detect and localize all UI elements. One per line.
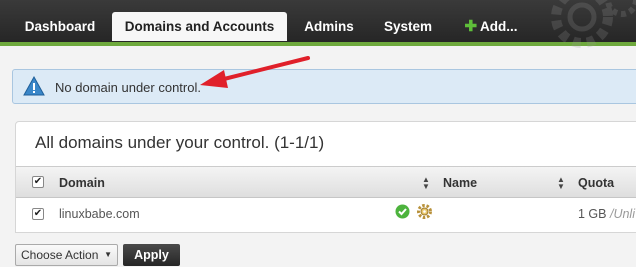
tab-admins[interactable]: Admins xyxy=(293,12,365,41)
tab-add[interactable]: ✚ Add... xyxy=(455,12,527,41)
choose-action-select[interactable]: Choose Action ▼ xyxy=(15,244,118,266)
notice-text: No domain under control. xyxy=(55,80,201,95)
tab-domains-and-accounts[interactable]: Domains and Accounts xyxy=(112,12,287,41)
row-checkbox[interactable]: ✔ xyxy=(32,208,44,220)
select-all-checkbox[interactable]: ✔ xyxy=(32,176,44,188)
sort-name-icon[interactable]: ▲ ▼ xyxy=(557,176,565,191)
info-notice: No domain under control. xyxy=(12,69,636,104)
choose-action-label: Choose Action xyxy=(21,248,99,262)
apply-button[interactable]: Apply xyxy=(123,244,180,266)
tab-add-label: Add... xyxy=(480,19,518,34)
settings-gear-icon[interactable] xyxy=(416,203,433,220)
chevron-down-icon: ▼ xyxy=(104,250,112,259)
red-arrow-icon xyxy=(200,56,310,88)
domain-link[interactable]: linuxbabe.com xyxy=(59,207,140,221)
top-nav-bar: Dashboard Domains and Accounts Admins Sy… xyxy=(0,0,636,48)
column-header-quota[interactable]: Quota xyxy=(578,176,614,190)
tab-system[interactable]: System xyxy=(372,12,444,41)
table-row: ✔ linuxbabe.com 1 GB /Unli xyxy=(16,199,636,229)
tab-dashboard[interactable]: Dashboard xyxy=(12,12,108,41)
column-header-domain[interactable]: Domain xyxy=(59,176,105,190)
warning-icon xyxy=(23,76,45,96)
quota-value: 1 GB /Unli xyxy=(578,207,635,221)
sort-domain-icon[interactable]: ▲ ▼ xyxy=(422,176,430,191)
column-header-name[interactable]: Name xyxy=(443,176,477,190)
panel-title: All domains under your control. (1-1/1) xyxy=(35,133,325,152)
enabled-check-icon xyxy=(395,204,410,219)
plus-icon: ✚ xyxy=(464,18,478,35)
quota-limit: /Unli xyxy=(609,207,635,221)
quota-size: 1 GB xyxy=(578,207,607,221)
gear-icon xyxy=(551,0,636,48)
table-header: ✔ Domain ▲ ▼ Name ▲ ▼ Quota xyxy=(16,166,636,198)
domains-panel: All domains under your control. (1-1/1) … xyxy=(15,121,636,233)
